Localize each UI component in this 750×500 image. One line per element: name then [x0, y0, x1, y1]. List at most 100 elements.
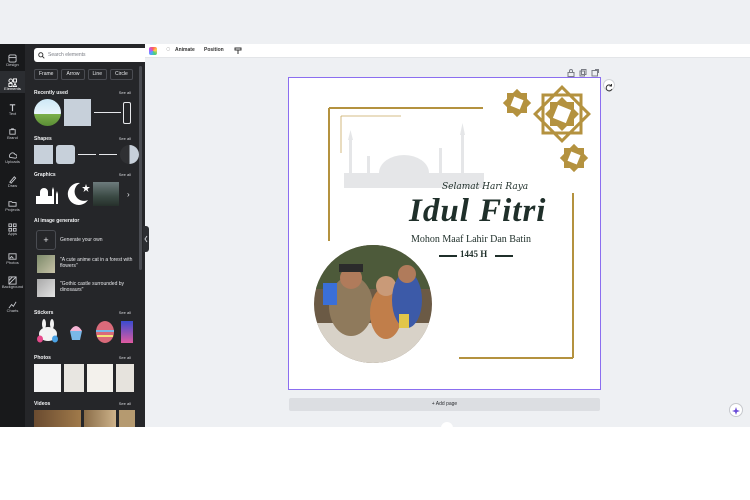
design-title[interactable]: Idul Fitri [409, 193, 546, 229]
recent-line[interactable] [94, 112, 121, 113]
brand-icon [0, 123, 25, 135]
chevron-right-icon[interactable]: › [127, 190, 130, 199]
ai-prompt-cat[interactable]: "A cute anime cat in a forest with flowe… [60, 257, 140, 269]
see-all-graphics[interactable]: See all [119, 172, 131, 177]
rail-label: Design [6, 62, 19, 67]
rail-label: Apps [7, 231, 18, 236]
mosque-silhouette [344, 123, 484, 188]
photo-thumb-1[interactable] [34, 364, 61, 392]
photo-thumb-2[interactable] [64, 364, 84, 392]
rail-item-uploads[interactable]: Uploads [0, 144, 25, 166]
rail-label: Brand [7, 135, 18, 140]
see-all-shapes[interactable]: See all [119, 136, 131, 141]
rotate-button[interactable] [603, 79, 615, 92]
add-page-button[interactable]: + Add page [289, 398, 600, 411]
rail-item-projects[interactable]: Projects [0, 192, 25, 214]
ai-sample-castle-thumb[interactable] [37, 279, 55, 297]
sticker-cupcake[interactable] [67, 321, 85, 341]
sticker-easter-egg[interactable] [94, 318, 116, 344]
shape-line[interactable] [78, 154, 96, 155]
background-icon [0, 272, 25, 285]
shape-square[interactable] [34, 145, 53, 164]
rail-item-photos[interactable]: Photos [0, 245, 25, 267]
design-year[interactable]: 1445 H [460, 249, 487, 259]
sticker-partial[interactable] [121, 321, 133, 343]
see-all-stickers[interactable]: See all [119, 310, 131, 315]
section-title-videos: Videos [34, 401, 51, 407]
left-rail: Design Elements Text Brand Uploads Draw … [0, 44, 25, 427]
photo-thumb-4[interactable] [116, 364, 134, 392]
position-button[interactable]: Position [204, 47, 224, 53]
color-picker-icon[interactable] [149, 47, 157, 55]
rail-item-design[interactable]: Design [0, 47, 25, 69]
search-box[interactable] [34, 48, 145, 62]
video-thumb-1[interactable] [34, 410, 81, 427]
year-bar-left [439, 255, 457, 257]
chip-arrow[interactable]: Arrow [61, 69, 85, 80]
graphic-mosque[interactable] [34, 182, 62, 206]
magic-help-button[interactable] [729, 403, 743, 417]
rail-label: Text [8, 111, 17, 116]
refresh-icon [605, 84, 613, 92]
rail-label: Charts [6, 308, 19, 313]
charts-icon [0, 296, 25, 309]
rail-item-text[interactable]: Text [0, 96, 25, 118]
search-input[interactable] [48, 52, 145, 58]
lock-icon[interactable] [567, 69, 575, 77]
paint-format-icon[interactable] [234, 47, 242, 55]
photo-thumb-3[interactable] [87, 364, 113, 392]
rail-item-charts[interactable]: Charts [0, 293, 25, 315]
gold-star-small-1 [502, 88, 532, 118]
section-title-ai-generator: AI image generator [34, 218, 80, 224]
shape-circle[interactable] [120, 145, 139, 164]
add-page-icon[interactable] [591, 69, 599, 77]
gold-star-large [533, 85, 591, 143]
graphic-crescent-moon[interactable] [64, 180, 92, 206]
design-greeting-line[interactable]: Mohon Maaf Lahir Dan Batin [411, 234, 531, 245]
duplicate-icon[interactable] [579, 69, 587, 77]
family-photo [314, 245, 432, 363]
ai-prompt-castle[interactable]: "Gothic castle surrounded by dinosaurs" [60, 281, 142, 293]
chip-line[interactable]: Line [87, 69, 107, 80]
see-all-videos[interactable]: See all [119, 401, 131, 406]
editor-window: Design Elements Text Brand Uploads Draw … [0, 0, 750, 427]
ai-sample-cat-thumb[interactable] [37, 255, 55, 273]
generate-your-own-link[interactable]: Generate your own [60, 237, 103, 243]
rail-label: Uploads [5, 159, 20, 164]
shape-line-2[interactable] [99, 154, 117, 155]
section-title-graphics: Graphics [34, 172, 56, 178]
photos-icon [0, 248, 25, 260]
draw-icon [0, 171, 25, 184]
rail-item-brand[interactable]: Brand [0, 120, 25, 142]
recent-phone-frame[interactable] [123, 102, 131, 124]
rail-item-elements[interactable]: Elements [0, 71, 25, 93]
rail-item-apps[interactable]: Apps [0, 216, 25, 238]
animate-button[interactable]: Animate [175, 47, 195, 53]
apps-icon [0, 219, 25, 232]
rail-item-background[interactable]: Background [0, 269, 25, 291]
elements-panel: Frame Arrow Line Circle Recently used Se… [25, 44, 145, 427]
plus-icon[interactable]: + [36, 230, 56, 250]
rail-label: Background [1, 284, 24, 289]
collapse-panel-handle[interactable] [143, 226, 149, 252]
shape-rounded-square[interactable] [56, 145, 75, 164]
rail-label: Photos [6, 260, 19, 265]
see-all-recently-used[interactable]: See all [119, 90, 131, 95]
graphic-photo-scene[interactable] [93, 182, 119, 206]
video-thumb-2[interactable] [84, 410, 116, 427]
chip-frame[interactable]: Frame [34, 69, 59, 80]
text-icon [0, 99, 25, 112]
design-subtitle[interactable]: Selamat Hari Raya [442, 182, 528, 192]
rail-item-draw[interactable]: Draw [0, 168, 25, 190]
context-toolbar: ◌ Animate Position [145, 44, 750, 58]
panel-scrollbar[interactable] [139, 66, 142, 270]
recent-square-shape[interactable] [64, 99, 91, 126]
sticker-easter-bunny[interactable] [34, 319, 62, 343]
video-thumb-3[interactable] [119, 410, 135, 427]
chip-circle[interactable]: Circle [109, 69, 133, 80]
see-all-photos[interactable]: See all [119, 355, 131, 360]
recent-circle-photo[interactable] [34, 99, 61, 126]
gold-star-small-2 [559, 143, 589, 173]
design-canvas[interactable]: Selamat Hari Raya Idul Fitri Mohon Maaf … [288, 77, 601, 390]
elements-icon [0, 74, 25, 87]
